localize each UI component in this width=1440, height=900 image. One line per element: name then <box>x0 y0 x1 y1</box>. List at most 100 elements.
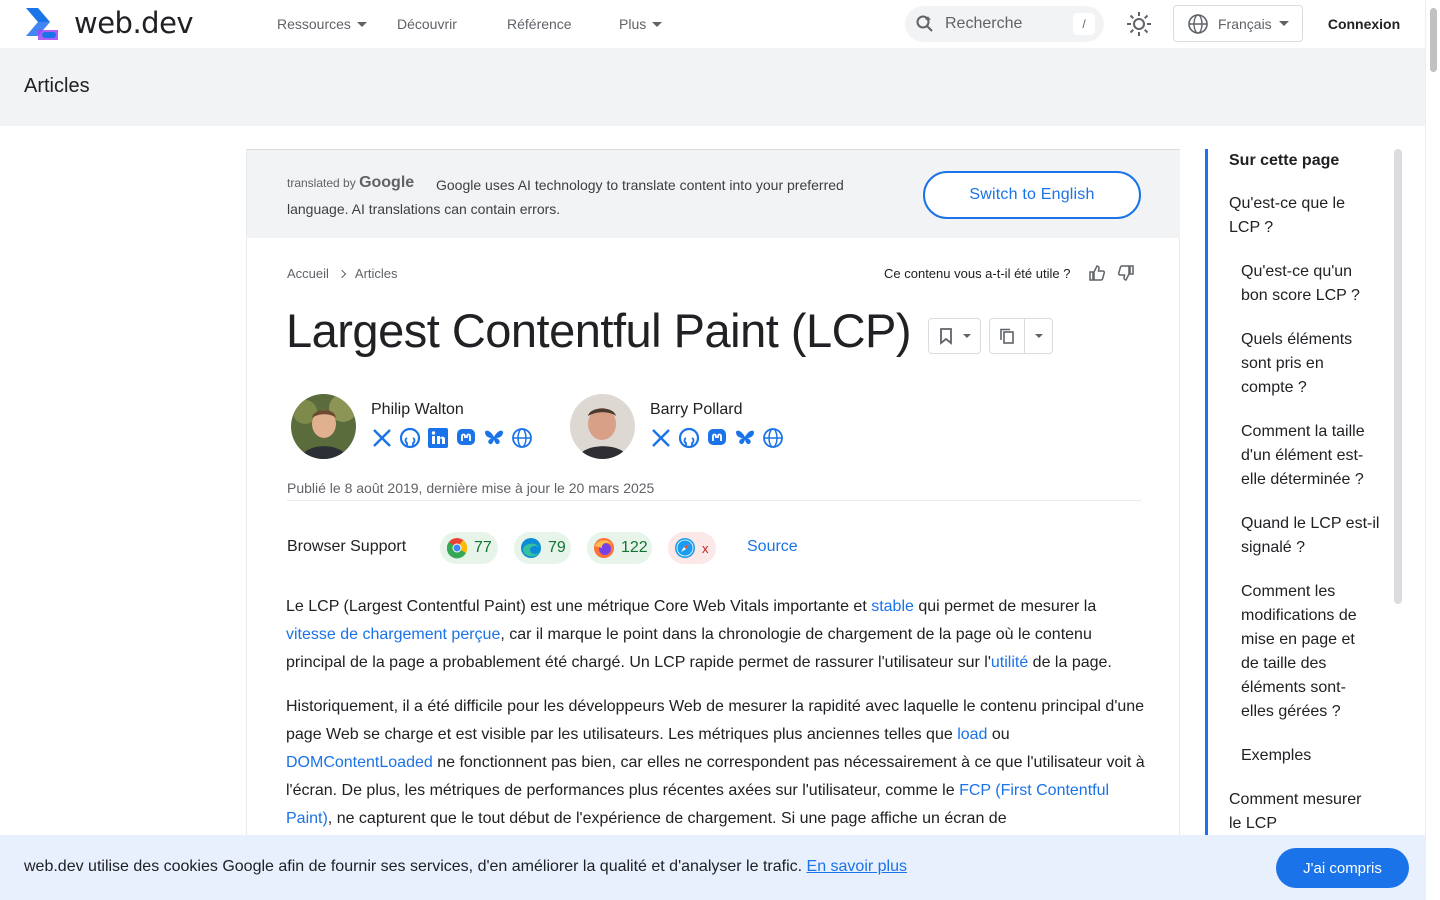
site-logo[interactable]: web.dev <box>24 6 194 40</box>
link-perceived-load-speed[interactable]: vitesse de chargement perçue <box>286 626 500 643</box>
author-name: Philip Walton <box>371 401 464 418</box>
light-mode-icon[interactable] <box>1124 9 1154 39</box>
translation-banner: Google uses AI technology to translate c… <box>247 149 1180 238</box>
mastodon-icon[interactable] <box>706 427 728 449</box>
cookie-banner: web.dev utilise des cookies Google afin … <box>0 835 1425 900</box>
globe-icon <box>1188 13 1208 34</box>
nav-label: Découvrir <box>397 16 457 32</box>
published-date: Publié le 8 août 2019, dernière mise à j… <box>287 480 655 496</box>
language-select[interactable]: Français <box>1173 5 1303 42</box>
section-title[interactable]: Articles <box>24 75 90 98</box>
helpful-question: Ce contenu vous a-t-il été utile ? <box>884 266 1071 281</box>
nav-plus[interactable]: Plus <box>619 0 663 48</box>
safari-icon <box>675 538 695 558</box>
toc-item[interactable]: Qu'est-ce que le LCP ? <box>1229 192 1379 240</box>
browser-support-source-link[interactable]: Source <box>747 538 798 556</box>
browser-version: 122 <box>621 539 648 556</box>
text: ou <box>987 726 1010 743</box>
link-stable[interactable]: stable <box>871 598 914 615</box>
bookmark-icon <box>940 328 952 345</box>
browser-support-label: Browser Support <box>287 538 407 555</box>
web-dev-logo-icon <box>26 8 58 40</box>
google-wordmark: Google <box>359 174 415 191</box>
language-label: Français <box>1218 15 1272 32</box>
link-usefulness[interactable]: utilité <box>991 654 1028 671</box>
section-header: Articles <box>0 48 1425 126</box>
nav-label: Plus <box>619 16 647 32</box>
browser-version: 77 <box>474 539 492 556</box>
avatar-photo <box>570 394 635 459</box>
text: Historiquement, il a été difficile pour … <box>286 698 1145 743</box>
link-load[interactable]: load <box>957 726 987 743</box>
copy-link-button[interactable] <box>989 318 1053 354</box>
button-divider <box>1024 319 1025 353</box>
globe-icon[interactable] <box>511 427 533 449</box>
author-name: Barry Pollard <box>650 401 743 418</box>
toc-item[interactable]: Quels éléments sont pris en compte ? <box>1241 328 1366 400</box>
chrome-icon <box>446 538 468 559</box>
browser-chip-firefox: 122 <box>587 532 652 564</box>
browser-chip-chrome: 77 <box>440 532 498 564</box>
translated-by-text: translated by <box>287 176 356 190</box>
table-of-contents: Sur cette page Qu'est-ce que le LCP ? Qu… <box>1205 149 1405 900</box>
nav-ressources[interactable]: Ressources <box>277 0 367 48</box>
divider <box>287 500 1141 501</box>
browser-version: x <box>702 540 709 556</box>
linkedin-icon[interactable] <box>427 427 449 449</box>
toc-scrollbar[interactable] <box>1394 149 1402 604</box>
cookie-learn-more-link[interactable]: En savoir plus <box>807 858 908 875</box>
nav-label: Référence <box>507 16 572 32</box>
author-social-links <box>371 427 533 449</box>
text: , ne capturent que le tout début de l'ex… <box>327 810 1007 827</box>
chevron-down-icon <box>1278 21 1289 26</box>
edge-icon <box>521 538 541 558</box>
chevron-down-icon <box>356 21 367 27</box>
toc-item[interactable]: Quand le LCP est-il signalé ? <box>1241 512 1381 560</box>
author-social-links <box>650 427 784 449</box>
switch-to-english-button[interactable]: Switch to English <box>923 171 1141 219</box>
chevron-down-icon <box>652 21 663 27</box>
scrollbar-thumb[interactable] <box>1430 8 1437 72</box>
nav-decouvrir[interactable]: Découvrir <box>397 0 457 48</box>
text: Le LCP (Largest Contentful Paint) est un… <box>286 598 872 615</box>
browser-version: 79 <box>548 539 566 556</box>
link-domcontentloaded[interactable]: DOMContentLoaded <box>286 754 433 771</box>
login-button[interactable]: Connexion <box>1316 5 1412 42</box>
avatar-photo <box>291 394 356 459</box>
github-icon[interactable] <box>678 427 700 449</box>
thumb-up-icon[interactable] <box>1087 263 1107 283</box>
avatar-barry-pollard[interactable] <box>570 394 635 459</box>
avatar-philip-walton[interactable] <box>291 394 356 459</box>
toc-item[interactable]: Qu'est-ce qu'un bon score LCP ? <box>1241 260 1376 308</box>
page-scrollbar[interactable] <box>1425 0 1440 900</box>
browser-chip-edge: 79 <box>514 532 571 564</box>
text: qui permet de mesurer la <box>913 598 1097 615</box>
nav-label: Ressources <box>277 16 351 32</box>
breadcrumb-articles[interactable]: Articles <box>355 266 398 281</box>
search-shortcut-key: / <box>1073 13 1095 35</box>
github-icon[interactable] <box>399 427 421 449</box>
cookie-accept-button[interactable]: J'ai compris <box>1276 848 1409 888</box>
bluesky-icon[interactable] <box>734 427 756 449</box>
toc-title: Sur cette page <box>1229 152 1340 169</box>
nav-reference[interactable]: Référence <box>507 0 572 48</box>
globe-icon[interactable] <box>762 427 784 449</box>
x-icon[interactable] <box>650 427 672 449</box>
text: de la page. <box>1028 654 1112 671</box>
article-card: Google uses AI technology to translate c… <box>246 149 1180 900</box>
browser-chip-safari: x <box>668 532 716 564</box>
toc-item[interactable]: Comment la taille d'un élément est-elle … <box>1241 420 1381 492</box>
toc-item[interactable]: Comment mesurer le LCP <box>1229 788 1374 836</box>
logo-text: web.dev <box>74 6 194 40</box>
copy-icon <box>1000 328 1014 344</box>
breadcrumb-home[interactable]: Accueil <box>287 266 329 281</box>
article-paragraph: Historiquement, il a été difficile pour … <box>286 693 1146 833</box>
toc-item[interactable]: Comment les modifications de mise en pag… <box>1241 580 1369 724</box>
mastodon-icon[interactable] <box>455 427 477 449</box>
x-icon[interactable] <box>371 427 393 449</box>
search-icon <box>916 15 933 32</box>
bookmark-button[interactable] <box>928 318 981 354</box>
thumb-down-icon[interactable] <box>1116 263 1136 283</box>
bluesky-icon[interactable] <box>483 427 505 449</box>
toc-item[interactable]: Exemples <box>1241 744 1381 768</box>
